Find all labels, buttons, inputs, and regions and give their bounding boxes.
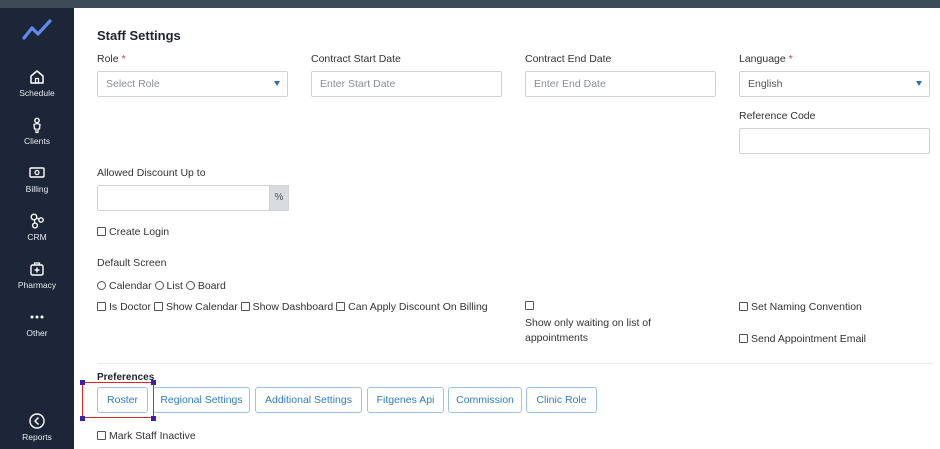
clinic-role-button[interactable]: Clinic Role xyxy=(526,387,597,413)
allowed-discount-input[interactable] xyxy=(97,185,270,211)
page-title: Staff Settings xyxy=(97,28,181,43)
section-divider xyxy=(97,363,933,364)
money-icon xyxy=(29,167,45,178)
commission-button[interactable]: Commission xyxy=(448,387,522,413)
is-doctor-checkbox[interactable] xyxy=(97,302,106,311)
additional-settings-button[interactable]: Additional Settings xyxy=(255,387,362,413)
language-select[interactable]: English xyxy=(739,71,930,97)
can-apply-discount-option[interactable]: Can Apply Discount On Billing xyxy=(336,301,488,313)
more-dots-icon xyxy=(30,315,44,319)
crm-icon xyxy=(30,213,44,229)
calendar-radio[interactable] xyxy=(97,281,106,290)
sidebar-item-reports[interactable]: Reports xyxy=(0,412,74,442)
sidebar-item-schedule[interactable]: Schedule xyxy=(0,68,74,98)
back-circle-icon xyxy=(29,413,45,429)
chevron-down-icon xyxy=(916,81,922,86)
board-radio[interactable] xyxy=(185,281,195,290)
sidebar-item-label: Pharmacy xyxy=(17,280,57,290)
default-screen-label: Default Screen xyxy=(97,257,167,269)
highlight-handle xyxy=(151,380,156,385)
role-select[interactable]: Select Role xyxy=(97,71,288,97)
sidebar-item-label: Schedule xyxy=(19,88,55,98)
contract-end-input[interactable]: Enter End Date xyxy=(525,71,716,97)
list-radio[interactable] xyxy=(154,281,164,290)
create-login-label: Create Login xyxy=(109,226,170,238)
medical-bag-icon xyxy=(30,262,44,276)
show-only-waiting-label: Show only waiting on list of appointment… xyxy=(525,317,652,344)
regional-settings-button[interactable]: Regional Settings xyxy=(153,387,250,413)
reference-code-input[interactable] xyxy=(739,128,930,154)
mark-inactive-option[interactable]: Mark Staff Inactive xyxy=(97,430,196,442)
sidebar: Schedule Clients Billing CRM Pharmacy Ot… xyxy=(0,8,74,449)
person-icon xyxy=(33,117,41,134)
sidebar-item-label: Billing xyxy=(25,184,49,194)
highlight-handle xyxy=(151,416,156,421)
main-panel: Staff Settings Role * Contract Start Dat… xyxy=(74,8,940,449)
highlight-handle xyxy=(80,416,85,421)
contract-start-input[interactable]: Enter Start Date xyxy=(311,71,502,97)
show-calendar-option[interactable]: Show Calendar xyxy=(153,301,238,313)
role-checkbox-group: Is Doctor Show Calendar Show Dashboard C… xyxy=(97,301,488,313)
sidebar-item-crm[interactable]: CRM xyxy=(0,212,74,242)
sidebar-item-label: Other xyxy=(26,328,48,338)
sidebar-item-pharmacy[interactable]: Pharmacy xyxy=(0,260,74,290)
set-naming-convention-option[interactable]: Set Naming Convention xyxy=(739,301,862,313)
logo-icon xyxy=(22,19,52,40)
contract-start-label: Contract Start Date xyxy=(311,53,401,65)
show-only-waiting-option[interactable] xyxy=(525,300,537,312)
show-only-waiting-checkbox[interactable] xyxy=(525,301,534,310)
sidebar-item-other[interactable]: Other xyxy=(0,308,74,338)
send-appointment-email-checkbox[interactable] xyxy=(739,334,748,343)
role-label: Role * xyxy=(97,53,126,65)
show-dashboard-checkbox[interactable] xyxy=(240,302,250,311)
reference-code-label: Reference Code xyxy=(739,110,816,122)
create-login-option[interactable]: Create Login xyxy=(97,226,169,238)
contract-end-label: Contract End Date xyxy=(525,53,612,65)
role-select-value: Select Role xyxy=(106,78,160,90)
show-calendar-checkbox[interactable] xyxy=(153,302,163,311)
default-screen-radio-group: Calendar List Board xyxy=(97,280,226,292)
create-login-checkbox[interactable] xyxy=(97,227,106,236)
sidebar-item-label: CRM xyxy=(27,232,47,242)
sidebar-item-clients[interactable]: Clients xyxy=(0,116,74,146)
radio-option-board[interactable]: Board xyxy=(185,280,226,292)
radio-option-list[interactable]: List xyxy=(154,280,183,292)
fitgenes-api-button[interactable]: Fitgenes Api xyxy=(367,387,444,413)
allowed-discount-label: Allowed Discount Up to xyxy=(97,167,206,179)
sidebar-item-billing[interactable]: Billing xyxy=(0,164,74,194)
is-doctor-option[interactable]: Is Doctor xyxy=(97,301,151,313)
language-select-value: English xyxy=(748,78,783,90)
language-label: Language * xyxy=(739,53,793,65)
roster-highlight-box xyxy=(82,382,154,418)
sidebar-item-label: Reports xyxy=(22,432,52,442)
mark-inactive-checkbox[interactable] xyxy=(97,431,106,440)
window-top-bar xyxy=(0,0,940,8)
home-icon xyxy=(30,70,44,84)
can-apply-discount-checkbox[interactable] xyxy=(336,302,346,311)
set-naming-convention-checkbox[interactable] xyxy=(739,302,748,311)
percent-addon: % xyxy=(269,185,289,211)
show-dashboard-option[interactable]: Show Dashboard xyxy=(240,301,333,313)
sidebar-item-label: Clients xyxy=(24,136,50,146)
chevron-down-icon xyxy=(274,81,280,86)
radio-option-calendar[interactable]: Calendar xyxy=(97,280,152,292)
highlight-handle xyxy=(80,380,85,385)
send-appointment-email-option[interactable]: Send Appointment Email xyxy=(739,333,866,345)
